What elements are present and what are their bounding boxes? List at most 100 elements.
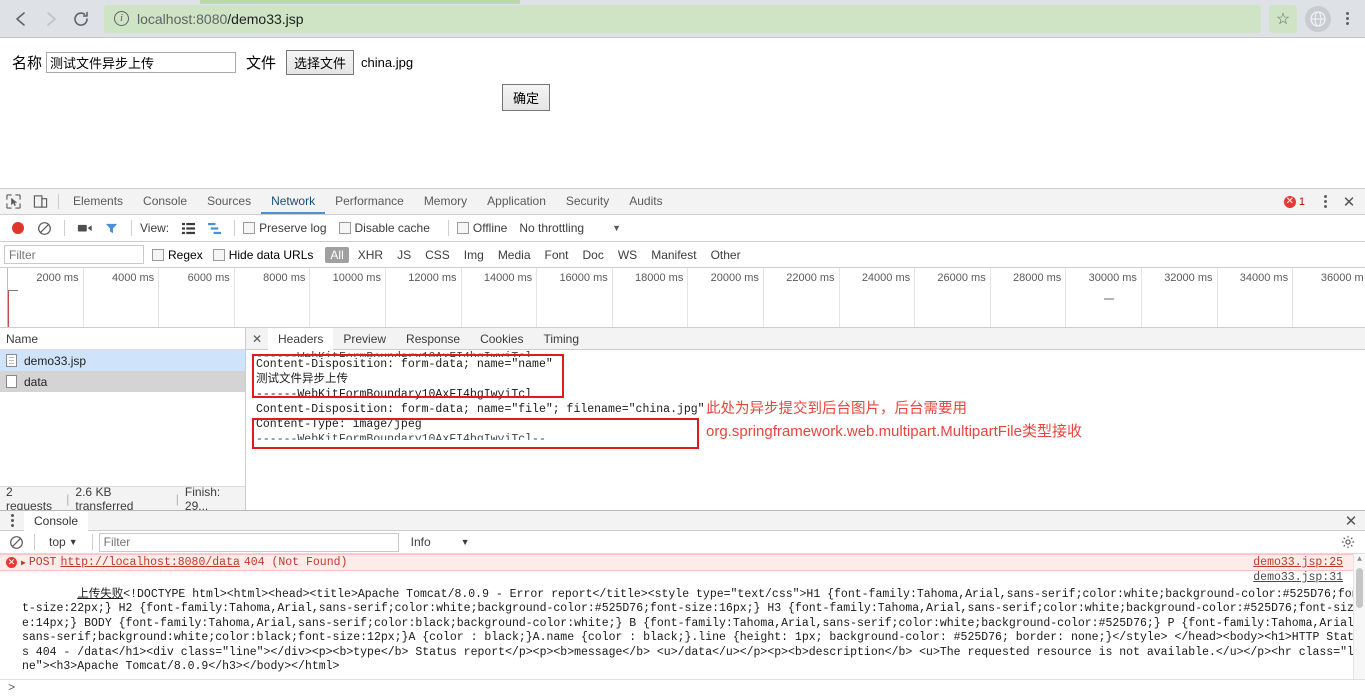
name-input[interactable] — [46, 52, 237, 73]
type-filter-xhr[interactable]: XHR — [353, 247, 388, 263]
toolbar-divider — [58, 194, 59, 209]
error-count: 1 — [1298, 195, 1305, 208]
request-row-data[interactable]: data — [0, 371, 245, 392]
transfer-size: 2.6 KB transferred — [75, 484, 134, 513]
clear-button[interactable] — [32, 217, 56, 239]
overview-tick-cell: 12000 ms — [386, 268, 462, 327]
browser-menu-icon[interactable] — [1335, 5, 1359, 33]
devtools-menu-icon[interactable] — [1313, 188, 1337, 216]
console-filter-input[interactable] — [98, 532, 399, 552]
overview-tick-cell: 6000 ms — [159, 268, 235, 327]
bookmark-star-icon[interactable]: ☆ — [1269, 4, 1297, 33]
console-level-select[interactable]: Info ▼ — [407, 535, 474, 549]
console-error-row[interactable]: ✕ ▶ POST http://localhost:8080/data 404 … — [0, 554, 1365, 572]
tab-audits[interactable]: Audits — [619, 189, 672, 214]
type-filter-manifest[interactable]: Manifest — [646, 247, 701, 263]
throttling-select[interactable]: No throttling ▼ — [519, 221, 621, 235]
address-bar[interactable]: i localhost:8080/demo33.jsp — [104, 4, 1261, 33]
offline-checkbox[interactable]: Offline — [456, 221, 507, 235]
overview-tick-cell: 10000 ms — [310, 268, 386, 327]
detail-tab-preview[interactable]: Preview — [333, 328, 396, 349]
drawer-tab-console[interactable]: Console — [24, 511, 89, 532]
tab-console[interactable]: Console — [133, 189, 197, 214]
tab-application[interactable]: Application — [477, 189, 556, 214]
detail-tab-timing[interactable]: Timing — [533, 328, 589, 349]
type-filter-ws[interactable]: WS — [613, 247, 642, 263]
submit-button[interactable]: 确定 — [502, 84, 551, 111]
request-column-header[interactable]: Name — [0, 328, 245, 350]
chevron-down-icon: ▼ — [68, 537, 78, 548]
network-filter-input[interactable] — [4, 245, 144, 264]
error-source-link[interactable]: demo33.jsp:25 — [1253, 556, 1343, 569]
tab-elements[interactable]: Elements — [63, 189, 133, 214]
request-name: demo33.jsp — [24, 353, 87, 368]
toolbar-divider — [34, 534, 35, 551]
highlight-box-file-part — [252, 418, 699, 449]
page-info-icon[interactable]: i — [114, 11, 129, 26]
tab-network[interactable]: Network — [261, 189, 326, 214]
expand-triangle-icon[interactable]: ▶ — [21, 558, 26, 568]
type-filter-font[interactable]: Font — [540, 247, 574, 263]
type-filter-all[interactable]: All — [325, 246, 349, 263]
drawer-tabbar: Console ✕ — [0, 511, 1365, 532]
view-list-icon[interactable] — [176, 217, 200, 239]
choose-file-button[interactable]: 选择文件 — [286, 50, 355, 75]
type-filter-other[interactable]: Other — [706, 247, 746, 263]
preserve-log-checkbox[interactable]: Preserve log — [243, 221, 327, 235]
back-button[interactable] — [6, 4, 36, 34]
type-filter-js[interactable]: JS — [392, 247, 416, 263]
request-row-demo33[interactable]: demo33.jsp — [0, 350, 245, 371]
console-clear-button[interactable] — [4, 531, 28, 553]
scrollbar-thumb[interactable] — [1356, 568, 1363, 609]
record-icon — [12, 222, 24, 234]
detail-tab-response[interactable]: Response — [396, 328, 470, 349]
error-url[interactable]: http://localhost:8080/data — [60, 556, 239, 569]
filmstrip-button[interactable] — [73, 217, 97, 239]
view-waterfall-icon[interactable] — [202, 217, 226, 239]
scroll-up-arrow-icon[interactable]: ▲ — [1354, 555, 1365, 564]
detail-close-icon[interactable]: ✕ — [246, 328, 268, 349]
checkbox-box — [152, 248, 164, 261]
message-source-link[interactable]: demo33.jsp:31 — [1253, 571, 1343, 586]
hide-data-urls-checkbox[interactable]: Hide data URLs — [212, 248, 313, 262]
device-toolbar-icon[interactable] — [27, 189, 54, 214]
type-filter-img[interactable]: Img — [459, 247, 489, 263]
regex-checkbox[interactable]: Regex — [152, 248, 203, 262]
throttling-value: No throttling — [519, 221, 585, 235]
overview-tick-cell: 36000 m — [1293, 268, 1365, 327]
network-toolbar: View: Preserve log Disable cache Offline… — [0, 215, 1365, 242]
inspect-element-icon[interactable] — [0, 189, 27, 214]
tab-memory[interactable]: Memory — [414, 189, 477, 214]
drawer-menu-icon[interactable] — [0, 511, 24, 530]
type-filter-media[interactable]: Media — [493, 247, 536, 263]
tab-security[interactable]: Security — [556, 189, 619, 214]
type-filter-doc[interactable]: Doc — [578, 247, 609, 263]
console-settings-icon[interactable] — [1335, 535, 1361, 549]
reload-button[interactable] — [66, 4, 96, 34]
detail-tab-headers[interactable]: Headers — [268, 328, 334, 350]
console-context-select[interactable]: top ▼ — [41, 535, 86, 549]
console-input-prompt[interactable]: > — [0, 679, 1365, 696]
error-icon: ✕ — [1283, 195, 1296, 208]
type-filter-css[interactable]: CSS — [420, 247, 455, 263]
error-method: POST — [28, 556, 57, 570]
error-count-badge[interactable]: ✕ 1 — [1276, 195, 1313, 208]
forward-button[interactable] — [36, 4, 66, 34]
overview-tick-label: 18000 ms — [635, 272, 684, 284]
tab-performance[interactable]: Performance — [325, 189, 414, 214]
record-button[interactable] — [6, 217, 30, 239]
detail-tab-cookies[interactable]: Cookies — [470, 328, 533, 349]
network-overview-timeline[interactable]: 2000 ms 4000 ms 6000 ms 8000 ms 10000 ms 1200… — [0, 268, 1365, 328]
disable-cache-checkbox[interactable]: Disable cache — [338, 221, 430, 235]
request-payload-body: ------WebKitFormBoundary10AxFI4bgIwyiTcl… — [246, 350, 1365, 510]
overview-time-marker — [8, 290, 9, 327]
filter-funnel-icon[interactable] — [99, 217, 123, 239]
tab-sources[interactable]: Sources — [197, 189, 261, 214]
overview-tick-cell: 16000 ms — [537, 268, 613, 327]
console-message-row: 上传失败<!DOCTYPE html><html><head><title>Ap… — [0, 571, 1365, 679]
profile-avatar-icon[interactable] — [1305, 5, 1331, 32]
toolbar-divider — [131, 220, 132, 236]
devtools-close-icon[interactable]: ✕ — [1337, 193, 1361, 211]
console-scrollbar[interactable]: ▲ — [1353, 554, 1365, 680]
drawer-close-icon[interactable]: ✕ — [1337, 511, 1365, 530]
